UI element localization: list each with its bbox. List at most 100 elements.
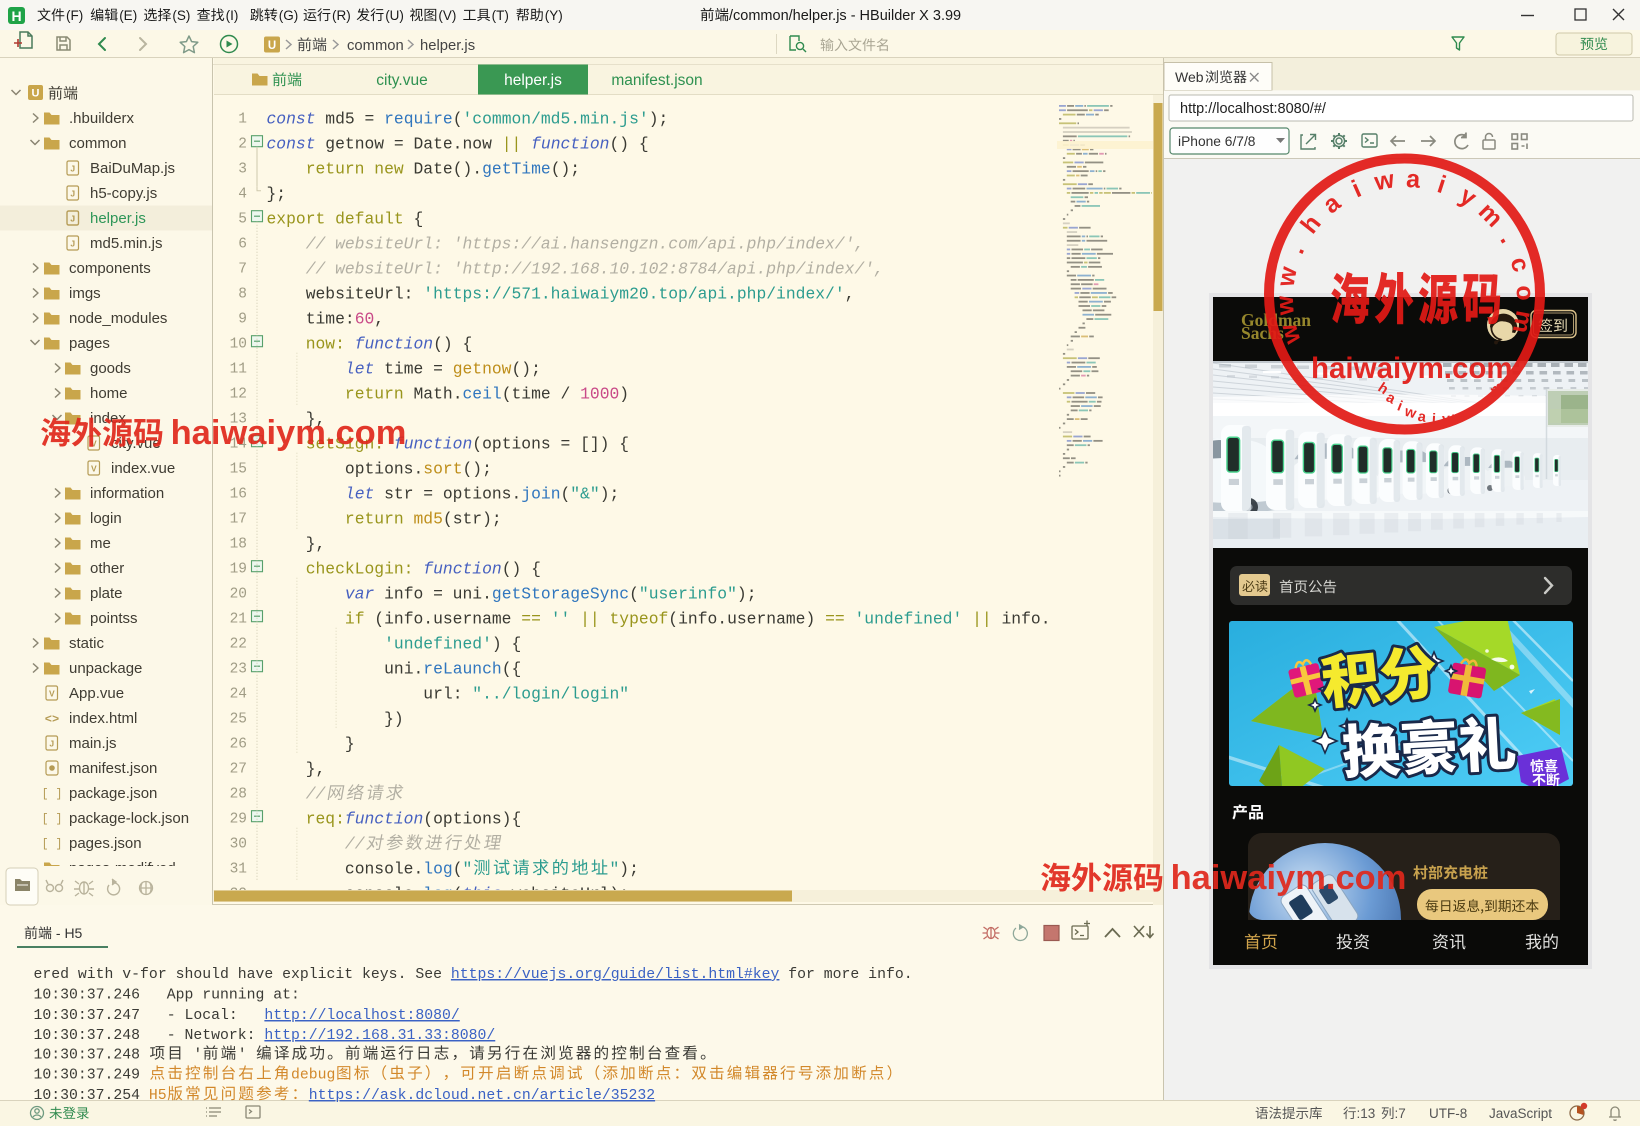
svg-text:package.json: package.json: [69, 785, 157, 802]
svg-text:}): }): [384, 710, 404, 729]
svg-text:static: static: [69, 635, 105, 652]
svg-text:checkLogin:: checkLogin:: [306, 560, 424, 579]
svg-text:unpackage: unpackage: [69, 660, 142, 677]
svg-text:debug: debug: [291, 1068, 335, 1084]
svg-text:);: );: [649, 110, 669, 129]
svg-text:haiwaiym.com: haiwaiym.com: [161, 414, 406, 452]
svg-text:(options = []) {: (options = []) {: [472, 435, 629, 454]
svg-text:||: ||: [580, 610, 609, 629]
svg-text:7: 7: [238, 262, 247, 278]
svg-text:helper.js: helper.js: [90, 210, 146, 227]
svg-text:28: 28: [230, 787, 247, 803]
svg-text:http://192.168.31.33:8080/: http://192.168.31.33:8080/: [264, 1028, 495, 1044]
svg-text:req:: req:: [306, 810, 345, 829]
svg-text:1000: 1000: [580, 385, 619, 404]
svg-text:27: 27: [230, 762, 247, 778]
svg-text:(U): (U): [385, 8, 404, 23]
svg-text:"&": "&": [570, 485, 599, 504]
svg-text:md5 =: md5 =: [325, 110, 384, 129]
svg-text:): ): [619, 385, 629, 404]
svg-text:8: 8: [238, 287, 247, 303]
svg-text:sort: sort: [423, 460, 462, 479]
svg-text:https://vuejs.org/guide/list.h: https://vuejs.org/guide/list.html#key: [451, 967, 780, 983]
svg-text:19: 19: [230, 562, 247, 578]
svg-text:26: 26: [230, 737, 247, 753]
svg-text:() {: () {: [433, 335, 472, 354]
svg-text:,: ,: [374, 310, 384, 329]
svg-text:21: 21: [230, 612, 247, 628]
svg-text:info = uni.: info = uni.: [384, 585, 492, 604]
svg-text:getStorageSync: getStorageSync: [492, 585, 629, 604]
svg-text:J: J: [70, 189, 75, 199]
svg-text:};: };: [267, 185, 287, 204]
svg-text:(info.username: (info.username: [374, 610, 521, 629]
svg-text:Date().: Date().: [414, 160, 483, 179]
svg-text:29: 29: [230, 812, 247, 828]
svg-text:info.: info.: [1002, 610, 1051, 629]
svg-text:http://localhost:8080/#/: http://localhost:8080/#/: [1180, 101, 1327, 117]
svg-text:18: 18: [230, 537, 247, 553]
svg-text:(info.username): (info.username): [668, 610, 825, 629]
svg-text:": ": [610, 860, 620, 879]
svg-text:for more info.: for more info.: [779, 967, 912, 983]
svg-text:();: ();: [463, 460, 492, 479]
svg-text:Web: Web: [1175, 69, 1204, 85]
svg-text:function: function: [345, 810, 423, 829]
svg-text:o: o: [1511, 285, 1540, 302]
svg-text:ered with v-for should have ex: ered with v-for should have explicit key…: [34, 967, 451, 983]
svg-text:const: const: [267, 110, 326, 129]
svg-text:2: 2: [238, 137, 247, 153]
svg-text:ceil: ceil: [463, 385, 502, 404]
svg-text:H5: H5: [149, 1088, 167, 1104]
svg-text:function: function: [423, 560, 501, 579]
svg-text:city.vue: city.vue: [376, 72, 427, 89]
svg-text:==: ==: [521, 610, 550, 629]
svg-text:if: if: [345, 610, 374, 629]
svg-text:(E): (E): [119, 8, 137, 23]
svg-text:common: common: [69, 135, 127, 152]
svg-text:J: J: [70, 214, 75, 224]
svg-text:manifest.json: manifest.json: [611, 72, 702, 89]
svg-text:haiwaiym.com: haiwaiym.com: [1311, 352, 1513, 385]
svg-text:"userinfo": "userinfo": [639, 585, 737, 604]
svg-text:10:30:37.248 - Network:: 10:30:37.248 - Network:: [34, 1028, 265, 1044]
svg-text:pointss: pointss: [90, 610, 138, 627]
svg-text:uni.: uni.: [384, 660, 423, 679]
svg-text:17: 17: [230, 512, 247, 528]
svg-text:package-lock.json: package-lock.json: [69, 810, 189, 827]
svg-text:},: },: [306, 760, 326, 779]
svg-text:30: 30: [230, 837, 247, 853]
svg-text:'undefined': 'undefined': [384, 635, 492, 654]
svg-text:pages: pages: [69, 335, 110, 352]
svg-text:1: 1: [238, 112, 247, 128]
svg-text:options.: options.: [345, 460, 423, 479]
svg-text:();: ();: [551, 160, 580, 179]
svg-text://: //: [306, 785, 327, 804]
svg-text:22: 22: [230, 637, 247, 653]
svg-text:10: 10: [230, 337, 247, 353]
svg-text:App.vue: App.vue: [69, 685, 124, 702]
svg-text:5: 5: [238, 212, 247, 228]
svg-text:"../login/login": "../login/login": [472, 685, 629, 704]
svg-text:(G): (G): [279, 8, 299, 23]
svg-text:(S): (S): [172, 8, 190, 23]
svg-text:V: V: [91, 464, 97, 474]
svg-text:10:30:37.248: 10:30:37.248: [34, 1048, 149, 1064]
svg-text:9: 9: [238, 312, 247, 328]
svg-text:Math.: Math.: [414, 385, 463, 404]
svg-text:||: ||: [502, 135, 531, 154]
svg-text:// websiteUrl: 'https://ai.han: // websiteUrl: 'https://ai.hansengzn.com…: [306, 235, 865, 254]
svg-text:join: join: [521, 485, 560, 504]
svg-text:helper.js: helper.js: [420, 38, 475, 54]
svg-text:goods: goods: [90, 360, 131, 377]
svg-text:},: },: [306, 535, 326, 554]
svg-text:(F): (F): [66, 8, 83, 23]
svg-text:() {: () {: [610, 135, 649, 154]
svg-text:,: ,: [845, 285, 855, 304]
svg-text:4: 4: [238, 187, 247, 203]
svg-text::13: :13: [1357, 1106, 1376, 1121]
svg-text:(str);: (str);: [443, 510, 502, 529]
svg-text:10:30:37.246 App running at:: 10:30:37.246 App running at:: [34, 988, 300, 1004]
svg-text:(Y): (Y): [545, 8, 563, 23]
svg-text:31: 31: [230, 862, 247, 878]
